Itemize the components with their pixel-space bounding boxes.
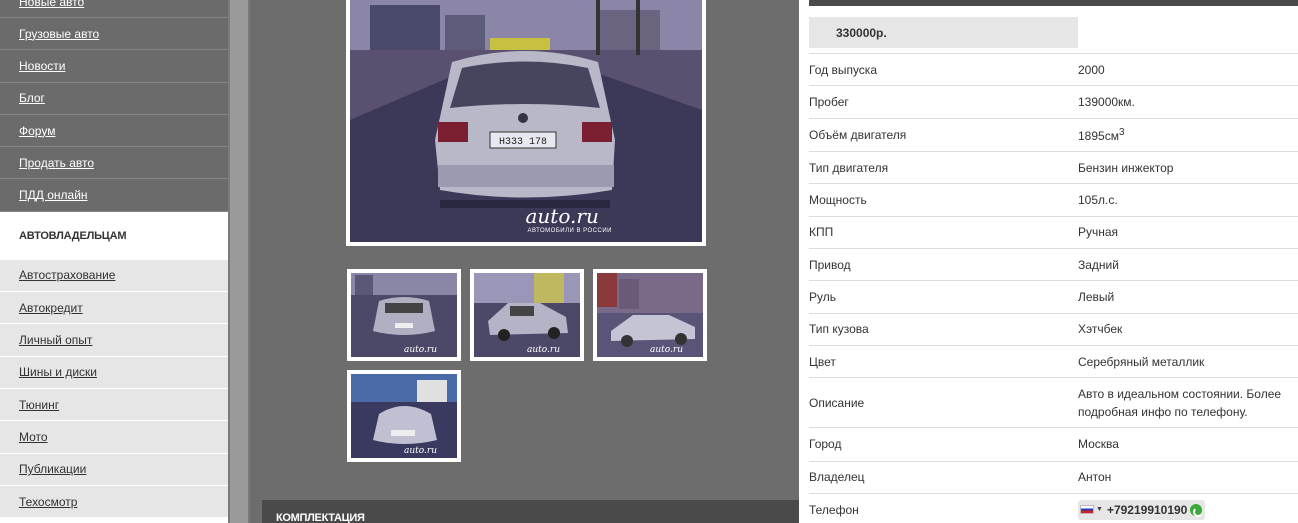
nav-link[interactable]: Автокредит: [19, 301, 83, 315]
nav-link[interactable]: Блог: [19, 91, 45, 105]
spec-value: 139000км.: [1078, 94, 1135, 109]
spec-label: Пробег: [809, 94, 849, 109]
nav-link[interactable]: Новости: [19, 59, 65, 73]
spec-value: Антон: [1078, 470, 1112, 485]
nav-link[interactable]: Техосмотр: [19, 495, 77, 509]
nav-item-credit[interactable]: Автокредит: [0, 292, 228, 325]
nav-item-sell-car[interactable]: Продать авто: [0, 147, 228, 180]
watermark: auto.ru: [404, 345, 437, 355]
spec-label: Руль: [809, 289, 836, 304]
spec-row: Год выпуска 2000: [809, 54, 1298, 87]
nav-link[interactable]: ПДД онлайн: [19, 188, 88, 202]
watermark: auto.ru АВТОМОБИЛИ В РОССИИ: [525, 204, 612, 234]
nav-item-trucks[interactable]: Грузовые авто: [0, 18, 228, 51]
nav-item-new-cars[interactable]: Новые авто: [0, 0, 228, 18]
spec-value: 105л.с.: [1078, 193, 1118, 208]
spec-value: Авто в идеальном состоянии. Более подроб…: [1078, 386, 1282, 419]
spec-row: Мощность 105л.с.: [809, 184, 1298, 217]
svg-text:Н333 178: Н333 178: [499, 137, 547, 148]
spec-value: Задний: [1078, 257, 1119, 272]
chevron-down-icon[interactable]: ▼: [1096, 501, 1103, 519]
nav-link[interactable]: Форум: [19, 124, 55, 138]
watermark: auto.ru: [527, 345, 560, 355]
spec-label: Телефон: [809, 502, 859, 517]
sidebar-nav: Новые авто Грузовые авто Новости Блог Фо…: [0, 0, 228, 523]
nav-owners-list: Автострахование Автокредит Личный опыт Ш…: [0, 259, 228, 519]
nav-link[interactable]: Личный опыт: [19, 333, 92, 347]
photo-gallery: Н333 178 auto.ru АВТОМОБИЛИ В РОССИИ auto…: [250, 0, 799, 523]
column-divider: [228, 0, 250, 523]
watermark: auto.ru: [404, 446, 437, 456]
nav-item-blog[interactable]: Блог: [0, 83, 228, 115]
nav-link[interactable]: Шины и диски: [19, 365, 97, 379]
spec-row: Телефон ▼ +79219910190: [809, 494, 1298, 523]
nav-link[interactable]: Автострахование: [19, 268, 115, 282]
nav-item-forum[interactable]: Форум: [0, 115, 228, 148]
nav-item-tuning[interactable]: Тюнинг: [0, 389, 228, 422]
spec-label: КПП: [809, 225, 834, 240]
spec-row: Тип двигателя Бензин инжектор: [809, 152, 1298, 185]
nav-link[interactable]: Тюнинг: [19, 398, 59, 412]
spec-row: Тип кузова Хэтчбек: [809, 314, 1298, 346]
equipment-section-header: КОМПЛЕКТАЦИЯ: [262, 500, 799, 523]
spec-label: Тип кузова: [809, 322, 869, 337]
spec-label: Объём двигателя: [809, 127, 907, 142]
spec-value: ▼ +79219910190: [1078, 499, 1298, 520]
spec-value: Хэтчбек: [1078, 322, 1123, 337]
spec-value: Москва: [1078, 437, 1119, 452]
spec-row: Привод Задний: [809, 249, 1298, 282]
nav-link[interactable]: Грузовые авто: [19, 27, 99, 41]
thumbnail-1[interactable]: auto.ru: [347, 269, 461, 361]
spec-row: КПП Ручная: [809, 217, 1298, 249]
nav-item-insurance[interactable]: Автострахование: [0, 260, 228, 293]
thumbnail-4[interactable]: auto.ru: [347, 370, 461, 462]
spec-label: Год выпуска: [809, 62, 877, 77]
unit-superscript: 3: [1118, 127, 1125, 139]
spec-value: Серебряный металлик: [1078, 354, 1205, 369]
spec-value: Левый: [1078, 289, 1115, 304]
nav-link[interactable]: Публикации: [19, 462, 86, 476]
nav-item-publications[interactable]: Публикации: [0, 454, 228, 486]
main-car-photo[interactable]: Н333 178 auto.ru АВТОМОБИЛИ В РОССИИ: [346, 0, 706, 246]
nav-section-title: АВТОВЛАДЕЛЬЦАМ: [0, 211, 228, 260]
spec-label: Описание: [809, 395, 865, 410]
russia-flag-icon[interactable]: [1080, 505, 1094, 515]
spec-value: Ручная: [1078, 225, 1119, 240]
thumbnail-2[interactable]: auto.ru: [470, 269, 584, 361]
spec-row: Описание Авто в идеальном состоянии. Боле…: [809, 378, 1298, 429]
nav-link[interactable]: Мото: [19, 430, 48, 444]
spec-row: Владелец Антон: [809, 462, 1298, 494]
spec-row: Цвет Серебряный металлик: [809, 346, 1298, 379]
car-specs-table: 330000р. Год выпуска 2000 Пробег 139000км.…: [809, 0, 1298, 523]
nav-item-news[interactable]: Новости: [0, 50, 228, 83]
spec-label: Владелец: [809, 470, 865, 485]
nav-item-tires[interactable]: Шины и диски: [0, 357, 228, 389]
nav-item-moto[interactable]: Мото: [0, 421, 228, 454]
thumbnail-3[interactable]: auto.ru: [593, 269, 707, 361]
spec-row: Город Москва: [809, 428, 1298, 462]
spec-row: Объём двигателя 1895см3: [809, 119, 1298, 153]
nav-link[interactable]: Продать авто: [19, 156, 94, 170]
spec-value: 2000: [1078, 62, 1105, 77]
nav-item-traffic-rules[interactable]: ПДД онлайн: [0, 179, 228, 212]
nav-link[interactable]: Новые авто: [19, 0, 84, 9]
spec-label: Город: [809, 437, 842, 452]
spec-label: Цвет: [809, 354, 836, 369]
call-icon[interactable]: [1190, 503, 1204, 517]
phone-number-widget[interactable]: ▼ +79219910190: [1078, 499, 1206, 520]
spec-row: Руль Левый: [809, 281, 1298, 314]
spec-value: Бензин инжектор: [1078, 160, 1174, 175]
phone-number[interactable]: +79219910190: [1107, 501, 1187, 519]
price-badge: 330000р.: [809, 17, 1078, 48]
nav-item-experience[interactable]: Личный опыт: [0, 324, 228, 357]
nav-item-inspection[interactable]: Техосмотр: [0, 486, 228, 519]
price-row: 330000р.: [809, 6, 1298, 54]
spec-label: Тип двигателя: [809, 160, 889, 175]
spec-row: Пробег 139000км.: [809, 86, 1298, 119]
nav-main-list: Новые авто Грузовые авто Новости Блог Фо…: [0, 0, 228, 212]
spec-label: Мощность: [809, 193, 867, 208]
spec-value: 1895см3: [1078, 127, 1125, 144]
watermark: auto.ru: [650, 345, 683, 355]
spec-label: Привод: [809, 257, 851, 272]
